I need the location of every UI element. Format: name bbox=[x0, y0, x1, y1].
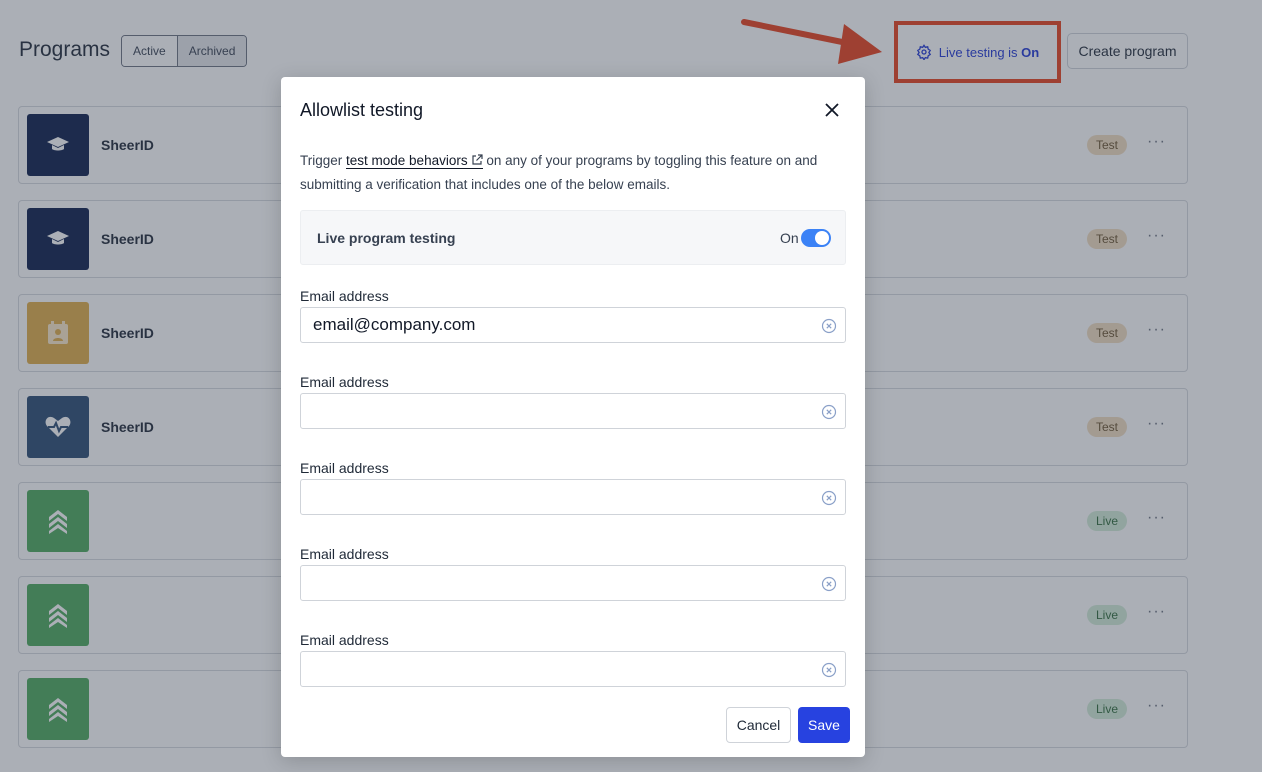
toggle-label: Live program testing bbox=[317, 230, 456, 246]
close-button[interactable] bbox=[821, 99, 843, 121]
test-mode-behaviors-label: test mode behaviors bbox=[346, 153, 468, 168]
clear-input-icon[interactable] bbox=[821, 576, 837, 592]
live-program-testing-toggle[interactable] bbox=[801, 229, 831, 247]
email-address-label: Email address bbox=[300, 460, 389, 476]
email-input[interactable] bbox=[313, 394, 813, 428]
test-mode-behaviors-link[interactable]: test mode behaviors bbox=[346, 153, 483, 169]
clear-input-icon[interactable] bbox=[821, 662, 837, 678]
toggle-knob bbox=[815, 231, 829, 245]
clear-input-icon[interactable] bbox=[821, 404, 837, 420]
email-address-label: Email address bbox=[300, 632, 389, 648]
cancel-button[interactable]: Cancel bbox=[726, 707, 791, 743]
email-field[interactable] bbox=[300, 565, 846, 601]
email-field[interactable] bbox=[300, 651, 846, 687]
email-field[interactable] bbox=[300, 307, 846, 343]
save-button[interactable]: Save bbox=[798, 707, 850, 743]
toggle-state: On bbox=[780, 230, 799, 246]
description-text-before: Trigger bbox=[300, 153, 347, 168]
email-input[interactable] bbox=[313, 652, 813, 686]
email-input[interactable] bbox=[313, 480, 813, 514]
live-program-testing-panel: Live program testing On bbox=[300, 210, 846, 265]
email-address-label: Email address bbox=[300, 288, 389, 304]
email-input[interactable] bbox=[313, 566, 813, 600]
dialog-description: Trigger test mode behaviors on any of yo… bbox=[300, 149, 845, 197]
dialog-title: Allowlist testing bbox=[300, 100, 424, 120]
email-field[interactable] bbox=[300, 393, 846, 429]
external-link-icon bbox=[471, 154, 483, 165]
email-address-label: Email address bbox=[300, 374, 389, 390]
close-icon bbox=[825, 103, 839, 117]
email-field[interactable] bbox=[300, 479, 846, 515]
allowlist-testing-dialog: Allowlist testing Trigger test mode beha… bbox=[281, 77, 865, 757]
clear-input-icon[interactable] bbox=[821, 318, 837, 334]
email-address-label: Email address bbox=[300, 546, 389, 562]
clear-input-icon[interactable] bbox=[821, 490, 837, 506]
email-input[interactable] bbox=[313, 308, 813, 342]
